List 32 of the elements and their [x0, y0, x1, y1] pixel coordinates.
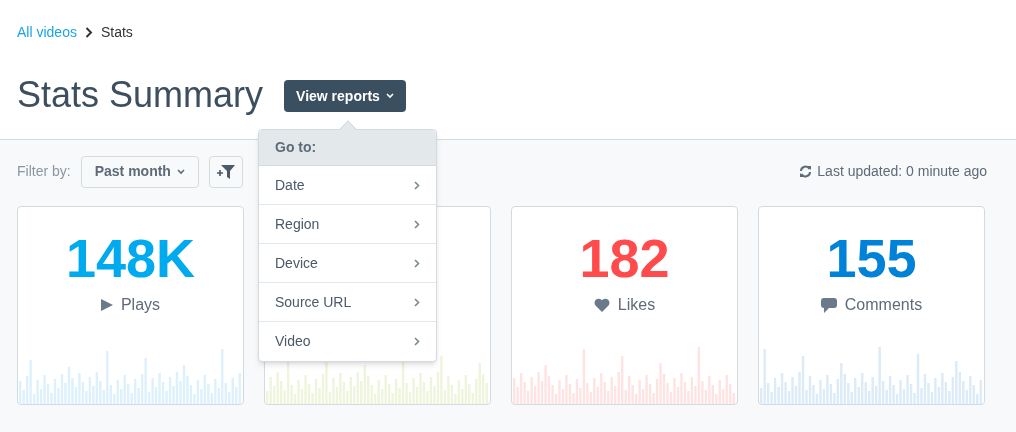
stat-label: Plays [120, 295, 161, 315]
menu-item[interactable]: Date [259, 166, 436, 205]
menu-header: Go to: [259, 130, 436, 166]
stat-value: 182 [579, 227, 670, 289]
period-dropdown[interactable]: Past month [80, 155, 199, 188]
breadcrumb-current: Stats [100, 23, 133, 42]
menu-item[interactable]: Device [259, 244, 436, 283]
stat-value: 155 [826, 227, 917, 289]
chevron-right-icon [414, 297, 420, 307]
last-updated-text: Last updated: 0 minute ago [817, 162, 987, 181]
menu-item[interactable]: Source URL [259, 283, 436, 322]
chevron-right-icon [414, 258, 420, 268]
stat-label: Likes [617, 295, 656, 315]
refresh-icon [799, 165, 813, 178]
speech-bubble-icon [820, 297, 837, 313]
filter-label: Filter by: [17, 162, 71, 181]
view-reports-button[interactable]: View reports [284, 80, 406, 112]
caret-icon [176, 168, 185, 175]
add-filter-icon [216, 163, 235, 180]
heart-icon [593, 298, 610, 312]
menu-item[interactable]: Region [259, 205, 436, 244]
caret-icon [385, 93, 394, 99]
stat-value: 148K [65, 227, 196, 289]
add-filter-button[interactable] [208, 155, 243, 188]
chevron-right-icon [84, 27, 93, 38]
chevron-right-icon [414, 219, 420, 229]
play-icon [100, 299, 113, 311]
menu-item[interactable]: Video [259, 322, 436, 361]
chevron-right-icon [414, 337, 420, 346]
stat-label: Comments [844, 295, 923, 315]
chevron-right-icon [414, 180, 420, 190]
page-title: Stats Summary [17, 73, 264, 117]
